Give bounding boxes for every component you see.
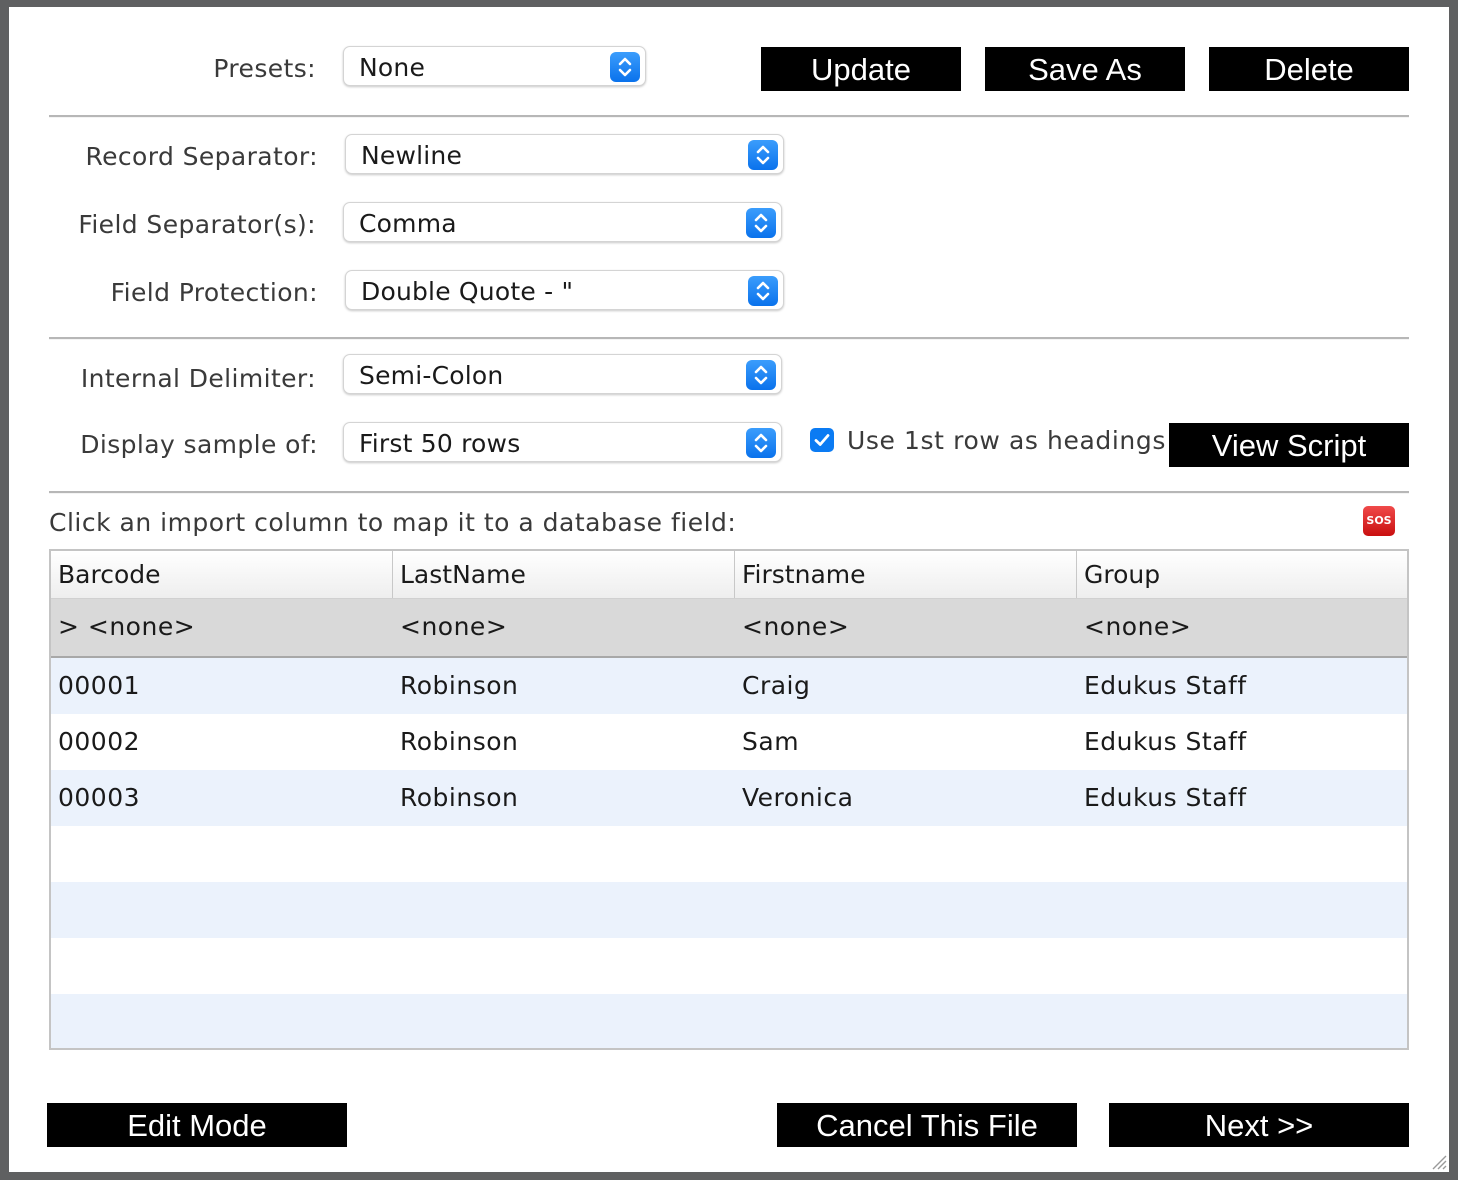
internal-delimiter-label: Internal Delimiter: bbox=[80, 364, 316, 393]
column-header-firstname[interactable]: Firstname bbox=[734, 551, 1076, 598]
update-button[interactable]: Update bbox=[761, 47, 961, 91]
field-protection-value: Double Quote - " bbox=[361, 277, 574, 306]
internal-delimiter-select[interactable]: Semi-Colon bbox=[343, 354, 782, 394]
mapping-cell-group[interactable]: <none> bbox=[1084, 612, 1191, 641]
checkmark-icon bbox=[814, 434, 830, 446]
mapping-cell-lastname[interactable]: <none> bbox=[400, 612, 507, 641]
table-cell: Robinson bbox=[400, 727, 519, 756]
table-cell: Edukus Staff bbox=[1084, 671, 1247, 700]
cancel-file-button[interactable]: Cancel This File bbox=[777, 1103, 1077, 1147]
table-row[interactable]: 00001 Robinson Craig Edukus Staff bbox=[51, 658, 1407, 714]
display-sample-value: First 50 rows bbox=[359, 429, 521, 458]
table-cell: Robinson bbox=[400, 783, 519, 812]
table-row[interactable]: 00002 Robinson Sam Edukus Staff bbox=[51, 714, 1407, 770]
display-sample-label: Display sample of: bbox=[80, 430, 318, 459]
table-cell: 00003 bbox=[58, 783, 141, 812]
resize-grip-icon[interactable] bbox=[1427, 1150, 1447, 1170]
field-separator-label: Field Separator(s): bbox=[78, 210, 316, 239]
presets-label: Presets: bbox=[213, 54, 316, 83]
record-separator-label: Record Separator: bbox=[85, 142, 318, 171]
table-cell: Sam bbox=[742, 727, 800, 756]
use-headings-label[interactable]: Use 1st row as headings bbox=[847, 426, 1166, 455]
mapping-cell-barcode[interactable]: > <none> bbox=[58, 612, 195, 641]
table-cell: 00001 bbox=[58, 671, 141, 700]
empty-row bbox=[51, 938, 1407, 994]
field-protection-label: Field Protection: bbox=[110, 278, 318, 307]
divider bbox=[49, 337, 1409, 339]
table-cell: Robinson bbox=[400, 671, 519, 700]
empty-row bbox=[51, 826, 1407, 882]
stepper-arrows-icon bbox=[748, 276, 778, 306]
field-separator-select[interactable]: Comma bbox=[343, 202, 782, 242]
table-row[interactable]: 00003 Robinson Veronica Edukus Staff bbox=[51, 770, 1407, 826]
use-headings-checkbox[interactable] bbox=[810, 428, 834, 452]
internal-delimiter-value: Semi-Colon bbox=[359, 361, 504, 390]
stepper-arrows-icon bbox=[746, 208, 776, 238]
record-separator-select[interactable]: Newline bbox=[345, 134, 784, 174]
presets-select[interactable]: None bbox=[343, 46, 646, 86]
sos-help-icon[interactable]: SOS bbox=[1363, 506, 1395, 536]
table-cell: Edukus Staff bbox=[1084, 727, 1247, 756]
record-separator-value: Newline bbox=[361, 141, 463, 170]
divider bbox=[49, 115, 1409, 117]
import-dialog: Presets: None Update Save As Delete Reco… bbox=[9, 7, 1449, 1172]
table-cell: Veronica bbox=[742, 783, 854, 812]
delete-button[interactable]: Delete bbox=[1209, 47, 1409, 91]
table-cell: Craig bbox=[742, 671, 811, 700]
stepper-arrows-icon bbox=[610, 52, 640, 82]
stepper-arrows-icon bbox=[746, 360, 776, 390]
mapping-cell-firstname[interactable]: <none> bbox=[742, 612, 849, 641]
column-header-barcode[interactable]: Barcode bbox=[51, 551, 392, 598]
empty-row bbox=[51, 882, 1407, 938]
stepper-arrows-icon bbox=[748, 140, 778, 170]
column-header-lastname[interactable]: LastName bbox=[392, 551, 734, 598]
presets-value: None bbox=[359, 53, 426, 82]
next-button[interactable]: Next >> bbox=[1109, 1103, 1409, 1147]
table-cell: 00002 bbox=[58, 727, 141, 756]
field-separator-value: Comma bbox=[359, 209, 457, 238]
view-script-button[interactable]: View Script bbox=[1169, 423, 1409, 467]
empty-row bbox=[51, 994, 1407, 1048]
display-sample-select[interactable]: First 50 rows bbox=[343, 422, 782, 462]
field-protection-select[interactable]: Double Quote - " bbox=[345, 270, 784, 310]
mapping-hint: Click an import column to map it to a da… bbox=[49, 508, 737, 537]
edit-mode-button[interactable]: Edit Mode bbox=[47, 1103, 347, 1147]
column-header-group[interactable]: Group bbox=[1076, 551, 1407, 598]
table-header: Barcode LastName Firstname Group bbox=[51, 551, 1407, 599]
import-preview-table: Barcode LastName Firstname Group > <none… bbox=[49, 549, 1409, 1050]
table-cell: Edukus Staff bbox=[1084, 783, 1247, 812]
save-as-button[interactable]: Save As bbox=[985, 47, 1185, 91]
divider bbox=[49, 491, 1409, 493]
mapping-row: > <none> <none> <none> <none> bbox=[51, 599, 1407, 658]
stepper-arrows-icon bbox=[746, 428, 776, 458]
